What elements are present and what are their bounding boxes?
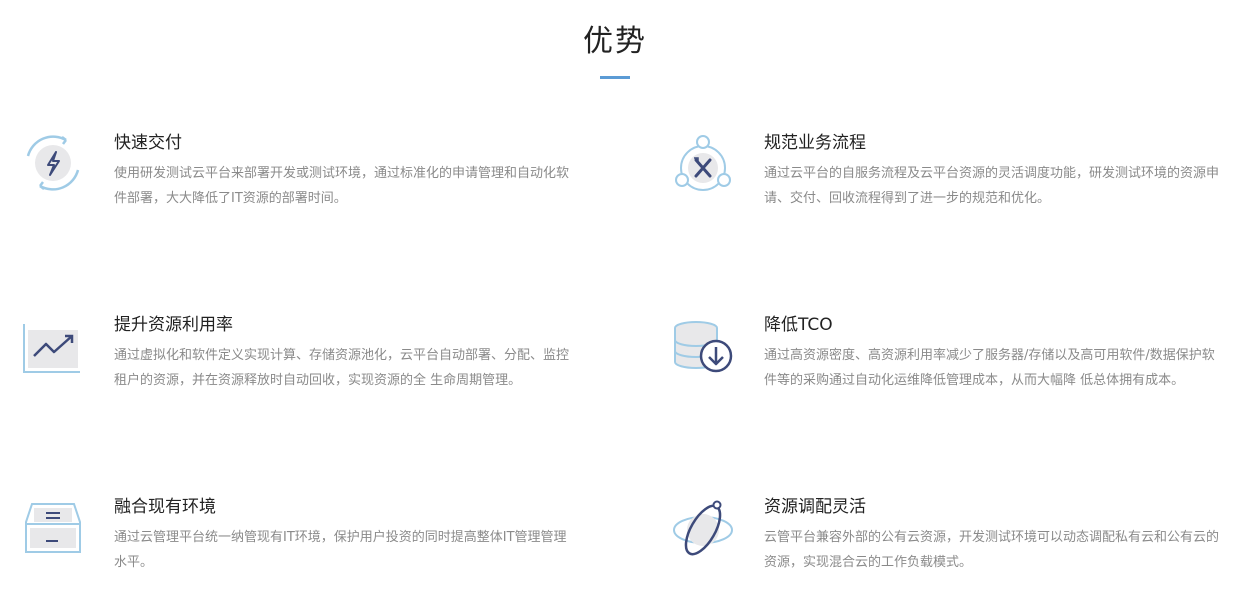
feature-description: 使用研发测试云平台来部署开发或测试环境，通过标准化的申请管理和自动化软件部署，大… bbox=[114, 166, 570, 206]
feature-description: 云管平台兼容外部的公有云资源，开发测试环境可以动态调配私有云和公有云的资源，实现… bbox=[764, 530, 1220, 570]
feature-description: 通过云平台的自服务流程及云平台资源的灵活调度功能，研发测试环境的资源申请、交付、… bbox=[764, 166, 1220, 206]
feature-description: 通过高资源密度、高资源利用率减少了服务器/存储以及高可用软件/数据保护软件等的采… bbox=[764, 348, 1215, 388]
feature-description: 通过云管理平台统一纳管现有IT环境，保护用户投资的同时提高整体IT管理管理水平。 bbox=[114, 530, 567, 570]
title-underline bbox=[600, 76, 630, 79]
trend-chart-icon bbox=[22, 314, 84, 376]
database-download-icon bbox=[672, 314, 734, 376]
lightning-icon bbox=[22, 132, 84, 194]
orbit-icon bbox=[672, 496, 734, 558]
feature-title: 降低TCO bbox=[764, 315, 833, 335]
feature-description: 通过虚拟化和软件定义实现计算、存储资源池化，云平台自动部署、分配、监控租户的资源… bbox=[114, 348, 570, 388]
section-title: 优势 bbox=[583, 24, 647, 59]
feature-title: 融合现有环境 bbox=[114, 497, 216, 517]
feature-title: 规范业务流程 bbox=[764, 133, 866, 153]
feature-title: 快速交付 bbox=[114, 133, 182, 153]
storage-tray-icon bbox=[22, 496, 84, 558]
feature-title: 资源调配灵活 bbox=[764, 497, 866, 517]
feature-title: 提升资源利用率 bbox=[114, 315, 233, 335]
tools-network-icon bbox=[672, 132, 734, 194]
